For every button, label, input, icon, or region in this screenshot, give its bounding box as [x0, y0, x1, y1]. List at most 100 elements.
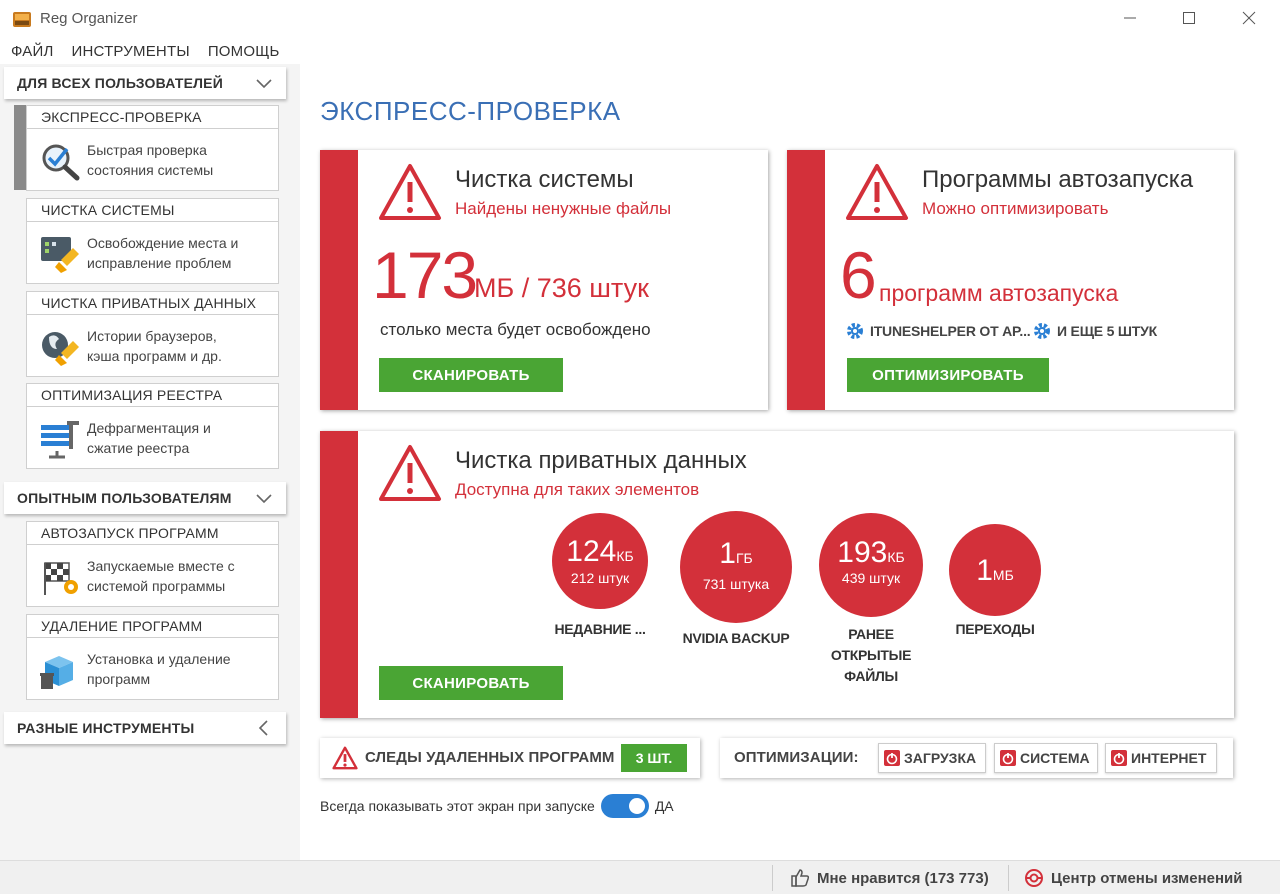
startup-item-ituneshelper[interactable]: ITUNESHELPER ОТ AP...	[845, 321, 1031, 341]
menu-help[interactable]: ПОМОЩЬ	[208, 40, 280, 64]
private-item-circle-nvidia[interactable]: 1ГБ 731 штука	[680, 511, 792, 623]
optimize-button-label: ЗАГРУЗКА	[904, 750, 977, 766]
section-label: ДЛЯ ВСЕХ ПОЛЬЗОВАТЕЛЕЙ	[17, 75, 223, 91]
circle-unit: МБ	[992, 567, 1014, 583]
menu-bar: ФАЙЛ ИНСТРУМЕНТЫ ПОМОЩЬ	[0, 40, 287, 64]
panel-accent-strip	[787, 150, 825, 410]
panel-subtitle: Можно оптимизировать	[922, 199, 1109, 218]
show-on-start-row: Всегда показывать этот экран при запуске…	[320, 794, 674, 818]
optimizations-box: ОПТИМИЗАЦИИ: ЗАГРУЗКА СИСТЕМА ИНТЕРНЕТ	[720, 738, 1233, 778]
scan-private-button[interactable]: СКАНИРОВАТЬ	[379, 666, 563, 700]
power-icon	[1111, 750, 1127, 766]
sidebar-item-title: УДАЛЕНИЕ ПРОГРАММ	[27, 615, 278, 638]
sidebar-item-desc-line2: исправление проблем	[87, 255, 232, 271]
menu-file[interactable]: ФАЙЛ	[11, 40, 54, 64]
undo-center-button[interactable]: Центр отмены изменений	[1024, 861, 1242, 894]
sidebar-item-desc-line2: кэша программ и др.	[87, 348, 222, 364]
close-button[interactable]	[1226, 0, 1272, 36]
status-separator	[772, 865, 773, 891]
sidebar-item-registry-optimization[interactable]: ОПТИМИЗАЦИЯ РЕЕСТРА Дефрагментация и сжа…	[26, 383, 279, 469]
section-advanced-users[interactable]: ОПЫТНЫМ ПОЛЬЗОВАТЕЛЯМ	[4, 482, 286, 514]
sidebar-item-desc-line2: состояния системы	[87, 162, 214, 178]
circle-label-line: ОТКРЫТЫЕ	[830, 647, 912, 663]
sidebar-item-desc-line1: Освобождение места и	[87, 235, 239, 251]
power-icon	[884, 750, 900, 766]
system-cleanup-panel: Чистка системы Найдены ненужные файлы 17…	[320, 150, 768, 410]
panel-title: Программы автозапуска	[922, 166, 1194, 193]
warning-icon	[332, 746, 358, 770]
sidebar-item-desc-line1: Быстрая проверка	[87, 142, 207, 158]
section-all-users[interactable]: ДЛЯ ВСЕХ ПОЛЬЗОВАТЕЛЕЙ	[4, 67, 286, 99]
circle-label: NVIDIA BACKUP	[682, 630, 790, 646]
optimize-startup-button[interactable]: ОПТИМИЗИРОВАТЬ	[847, 358, 1049, 392]
private-item-circle-opened-files[interactable]: 193КБ 439 штук	[819, 513, 923, 617]
panel-subtitle: Доступна для таких элементов	[455, 480, 700, 499]
private-data-panel: Чистка приватных данных Доступна для так…	[320, 431, 1234, 718]
circle-value: 1	[719, 537, 736, 570]
freed-space-unit: МБ / 736 штук	[474, 273, 649, 303]
startup-item-label: И ЕЩЕ 5 ШТУК	[1057, 323, 1157, 339]
startup-panel: Программы автозапуска Можно оптимизирова…	[787, 150, 1234, 410]
sidebar-item-title: АВТОЗАПУСК ПРОГРАММ	[27, 522, 278, 545]
circle-unit: КБ	[887, 549, 905, 565]
circle-label: ПЕРЕХОДЫ	[955, 621, 1035, 637]
sidebar-item-desc-line2: системой программы	[87, 578, 226, 594]
maximize-button[interactable]	[1166, 0, 1212, 36]
minimize-button[interactable]	[1107, 0, 1153, 36]
section-misc-tools[interactable]: РАЗНЫЕ ИНСТРУМЕНТЫ	[4, 712, 286, 744]
sidebar-item-desc-line1: Дефрагментация и	[87, 420, 211, 436]
page-title: ЭКСПРЕСС-ПРОВЕРКА	[320, 96, 621, 126]
sidebar-item-uninstall-programs[interactable]: УДАЛЕНИЕ ПРОГРАММ Установка и удаление п…	[26, 614, 279, 700]
sidebar: ДЛЯ ВСЕХ ПОЛЬЗОВАТЕЛЕЙ ЭКСПРЕСС-ПРОВЕРКА…	[0, 64, 300, 860]
chevron-left-icon	[258, 720, 268, 736]
private-item-circle-navigation[interactable]: 1МБ	[949, 524, 1041, 616]
box-trash-icon	[40, 656, 73, 689]
toggle-state-label: ДА	[654, 798, 674, 814]
minimize-icon	[1124, 17, 1136, 19]
freed-space-value: 173	[372, 238, 478, 312]
close-icon	[1242, 11, 1256, 25]
thumbs-up-icon	[791, 869, 810, 887]
title-bar: Reg Organizer	[0, 0, 1280, 38]
circle-count: 731 штука	[702, 576, 770, 592]
startup-item-label: ITUNESHELPER ОТ AP...	[870, 323, 1031, 339]
sidebar-item-express-check[interactable]: ЭКСПРЕСС-ПРОВЕРКА Быстрая проверка состо…	[26, 105, 279, 191]
circle-label-line: РАНЕЕ	[848, 626, 894, 642]
private-item-circle-recent[interactable]: 124КБ 212 штук	[552, 513, 648, 609]
optimize-button-label: ИНТЕРНЕТ	[1131, 750, 1207, 766]
globe-broom-icon	[42, 332, 79, 366]
sidebar-item-title: ЧИСТКА ПРИВАТНЫХ ДАННЫХ	[27, 292, 278, 315]
gear-icon	[1034, 323, 1050, 339]
show-on-start-toggle[interactable]	[600, 794, 649, 818]
sidebar-item-desc-line1: Истории браузеров,	[87, 328, 217, 344]
scan-system-button[interactable]: СКАНИРОВАТЬ	[379, 358, 563, 392]
sidebar-item-private-cleanup[interactable]: ЧИСТКА ПРИВАТНЫХ ДАННЫХ Истории браузеро…	[26, 291, 279, 377]
warning-icon	[846, 164, 908, 220]
circle-unit: ГБ	[735, 550, 753, 566]
panel-title: Чистка системы	[455, 166, 634, 193]
panel-accent-strip	[320, 431, 358, 718]
circle-count: 439 штук	[841, 570, 901, 586]
optimize-system-button[interactable]: СИСТЕМА	[994, 743, 1098, 773]
sidebar-item-title: ЧИСТКА СИСТЕМЫ	[27, 199, 278, 222]
sidebar-item-startup-programs[interactable]: АВТОЗАПУСК ПРОГРАММ Запускаемые вместе с…	[26, 521, 279, 607]
optimize-boot-button[interactable]: ЗАГРУЗКА	[878, 743, 986, 773]
toggle-knob	[628, 798, 645, 814]
rescue-ring-icon	[1025, 869, 1043, 887]
uninstalled-traces-box[interactable]: СЛЕДЫ УДАЛЕННЫХ ПРОГРАММ 3 ШТ.	[320, 738, 700, 778]
circle-value: 1	[976, 554, 993, 587]
section-label: РАЗНЫЕ ИНСТРУМЕНТЫ	[17, 720, 195, 736]
gear-icon	[847, 323, 863, 339]
menu-tools[interactable]: ИНСТРУМЕНТЫ	[72, 40, 190, 64]
warning-icon	[379, 164, 441, 220]
reg-organizer-app-icon	[13, 12, 31, 27]
optimizations-label: ОПТИМИЗАЦИИ:	[734, 749, 859, 766]
chevron-down-icon	[256, 79, 272, 89]
warning-icon	[379, 445, 441, 501]
sidebar-item-system-cleanup[interactable]: ЧИСТКА СИСТЕМЫ Освобождение места и испр…	[26, 198, 279, 284]
optimize-button-label: СИСТЕМА	[1020, 750, 1090, 766]
like-button[interactable]: Мне нравится (173 773)	[790, 861, 989, 894]
flag-gear-icon	[44, 562, 78, 595]
optimize-internet-button[interactable]: ИНТЕРНЕТ	[1105, 743, 1217, 773]
startup-item-more[interactable]: И ЕЩЕ 5 ШТУК	[1032, 321, 1157, 341]
